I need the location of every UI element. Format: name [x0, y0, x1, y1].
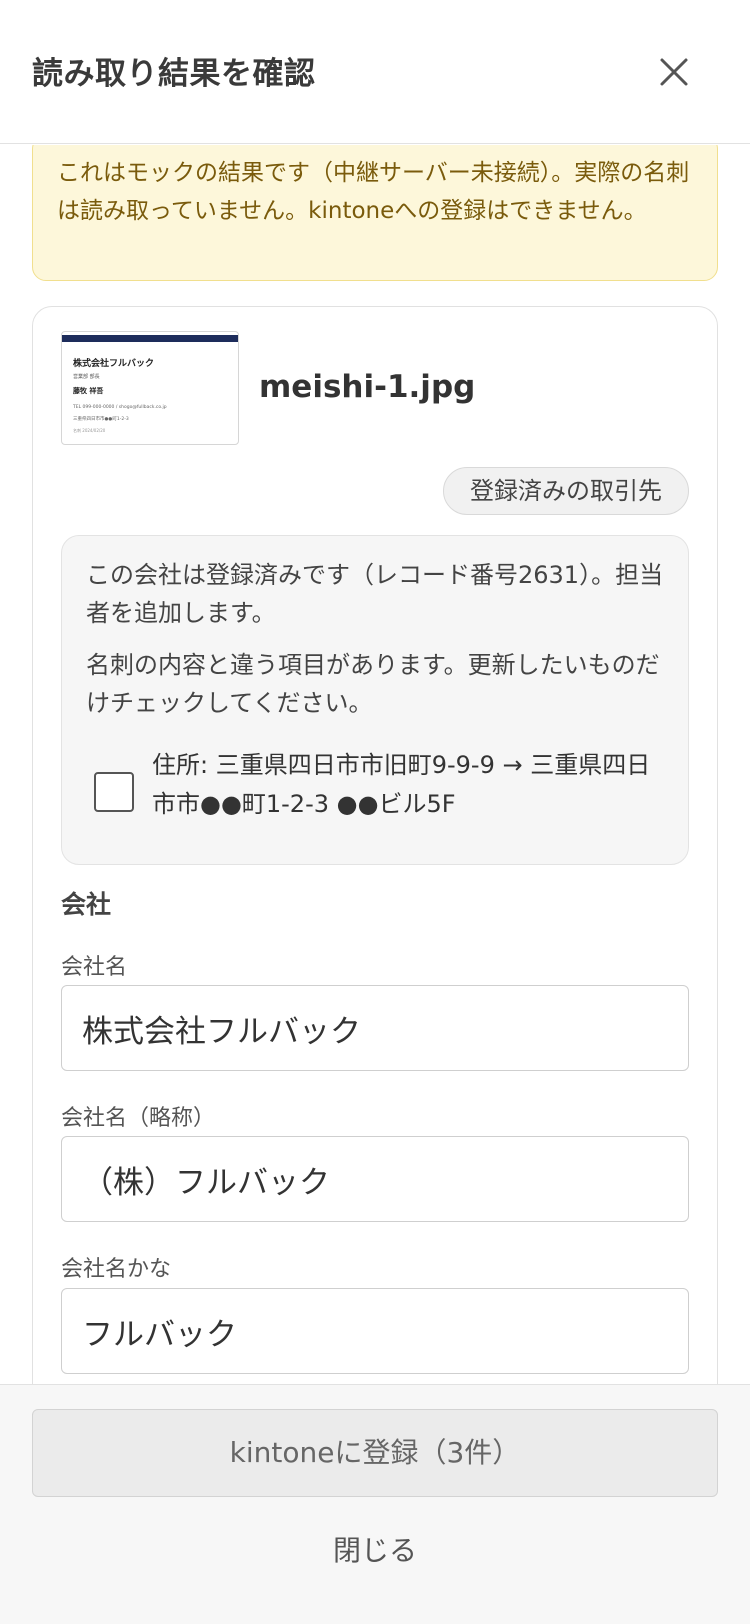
thumbnail-address: 三重県四日市市●●町1-2-3 [73, 417, 129, 422]
footer: kintoneに登録（3件） 閉じる [0, 1384, 750, 1624]
registered-company-info: この会社は登録済みです（レコード番号2631）。担当者を追加します。 名刺の内容… [61, 535, 689, 865]
address-update-label[interactable]: 住所: 三重県四日市市旧町9-9-9 → 三重県四日市市●●町1-2-3 ●●ビ… [152, 746, 652, 824]
close-link-button[interactable]: 閉じる [0, 1529, 750, 1569]
company-kana-input[interactable] [61, 1288, 689, 1374]
company-name-label: 会社名 [61, 955, 128, 980]
header: 読み取り結果を確認 [0, 0, 750, 144]
thumbnail-name: 藤牧 祥吾 [73, 387, 104, 395]
company-short-name-input[interactable] [61, 1136, 689, 1222]
company-short-name-label: 会社名（略称） [61, 1106, 216, 1131]
mock-notice: これはモックの結果です（中継サーバー未接続）。実際の名刺は読み取っていません。k… [32, 145, 718, 281]
thumbnail-header-bar [62, 335, 238, 342]
address-update-checkbox[interactable] [94, 772, 134, 812]
thumbnail-dept: 営業部 部長 [73, 374, 100, 380]
file-name: meishi-1.jpg [259, 369, 476, 405]
thumbnail-tel: TEL 099-000-0000 / shogo@fullback.co.jp [73, 405, 167, 410]
diff-message: 名刺の内容と違う項目があります。更新したいものだけチェックしてください。 [86, 651, 660, 717]
result-scroll-area[interactable]: これはモックの結果です（中継サーバー未接続）。実際の名刺は読み取っていません。k… [0, 145, 750, 1384]
status-badge: 登録済みの取引先 [443, 467, 689, 515]
registered-message: この会社は登録済みです（レコード番号2631）。担当者を追加します。 [86, 561, 664, 627]
company-kana-label: 会社名かな [61, 1257, 172, 1282]
business-card-thumbnail: 株式会社フルバック 営業部 部長 藤牧 祥吾 TEL 099-000-0000 … [61, 331, 239, 445]
close-icon [660, 58, 688, 86]
thumbnail-date: 名刺 2024/02/20 [73, 428, 106, 433]
page-title: 読み取り結果を確認 [32, 56, 316, 92]
close-button[interactable] [652, 50, 696, 94]
result-card: 株式会社フルバック 営業部 部長 藤牧 祥吾 TEL 099-000-0000 … [32, 306, 718, 1384]
thumbnail-company: 株式会社フルバック [73, 359, 155, 369]
section-title-company: 会社 [61, 890, 112, 919]
company-name-input[interactable] [61, 985, 689, 1071]
register-kintone-button[interactable]: kintoneに登録（3件） [32, 1409, 718, 1497]
mock-notice-text: これはモックの結果です（中継サーバー未接続）。実際の名刺は読み取っていません。k… [57, 160, 690, 224]
